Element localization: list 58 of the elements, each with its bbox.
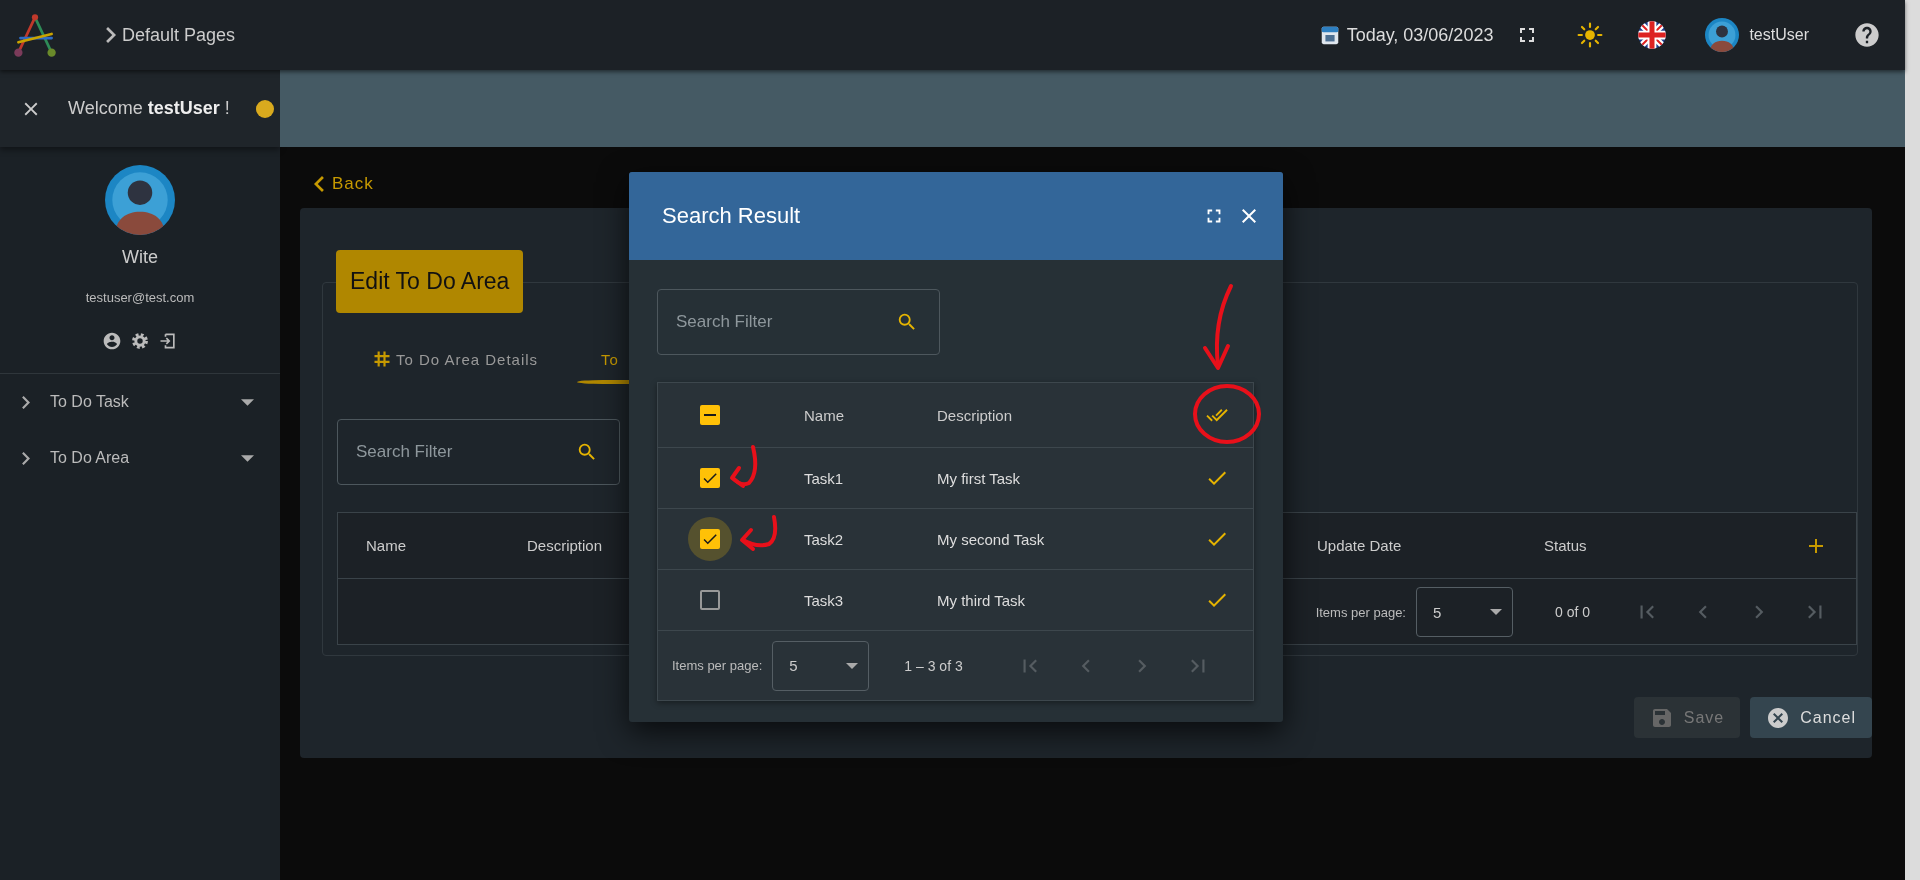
table-cell-text: My second Task [937, 530, 1046, 548]
column-header: Description [527, 537, 603, 554]
chevron-left-icon [314, 176, 324, 192]
welcome-text: Welcome testUser ! [68, 98, 230, 119]
checkbox[interactable] [700, 590, 720, 610]
column-header: Description [937, 406, 1014, 424]
date-label: Today, 03/06/2023 [1346, 24, 1494, 46]
search-field[interactable]: Search Filter [657, 289, 940, 355]
account-icon[interactable] [102, 331, 122, 351]
checkbox[interactable] [700, 405, 720, 425]
dropdown-caret-icon [1489, 606, 1502, 618]
items-per-page-label: Items per page: [1315, 604, 1406, 620]
checkbox[interactable] [700, 529, 720, 549]
tab[interactable]: To [573, 334, 629, 384]
search-icon [896, 311, 918, 333]
logout-icon[interactable] [158, 331, 178, 351]
breadcrumb-link[interactable]: Default Pages [122, 24, 236, 46]
items-per-page-label: Items per page: [672, 658, 763, 673]
tab[interactable]: To Do Area Details [337, 334, 573, 384]
back-link[interactable]: Back [314, 171, 374, 197]
table-cell-text: Task2 [804, 530, 845, 548]
help-icon[interactable] [1853, 21, 1881, 49]
chevron-right-icon [22, 395, 30, 409]
checkbox[interactable] [700, 468, 720, 488]
table-cell-text: My first Task [937, 469, 1022, 487]
search-icon [576, 441, 598, 463]
flag-icon[interactable] [1637, 20, 1668, 50]
column-header: Status [1544, 537, 1587, 554]
search-field[interactable]: Search Filter [337, 419, 620, 485]
page-range: 0 of 0 [1554, 604, 1590, 620]
page-size-select[interactable]: 5 [772, 640, 870, 691]
column-header: Update Date [1317, 537, 1402, 554]
profile-name: Wite [122, 247, 158, 268]
user-avatar [105, 165, 175, 235]
form-title: Edit To Do Area [336, 250, 524, 313]
user-name[interactable]: testUser [1749, 26, 1809, 44]
settings-icon[interactable] [130, 331, 150, 351]
dialog-title: Search Result [662, 203, 802, 229]
page-range: 1 – 3 of 3 [904, 657, 963, 674]
column-header: Name [804, 406, 845, 424]
column-header: Name [366, 537, 406, 554]
sidebar-item[interactable]: To Do Area [0, 430, 280, 486]
page-size-select[interactable]: 5 [1415, 587, 1513, 637]
annotation-arrow [730, 445, 758, 488]
table-cell-text: Task1 [804, 469, 845, 487]
annotation-circle [1193, 384, 1261, 444]
sun-icon[interactable] [1577, 22, 1604, 48]
table-cell-text: Task3 [804, 591, 845, 609]
toggle-switch[interactable] [255, 102, 272, 115]
table-cell-text: My third Task [937, 591, 1027, 609]
sidebar-item[interactable]: To Do Task [0, 374, 280, 430]
user-avatar[interactable] [1705, 18, 1740, 52]
chevron-right-icon [22, 451, 30, 465]
cancel-icon [1766, 705, 1791, 730]
cancel-button[interactable]: Cancel [1750, 697, 1872, 738]
chevron-right-icon [106, 27, 116, 43]
profile-email: testuser@test.com [85, 290, 195, 305]
annotation-arrow [740, 515, 778, 551]
